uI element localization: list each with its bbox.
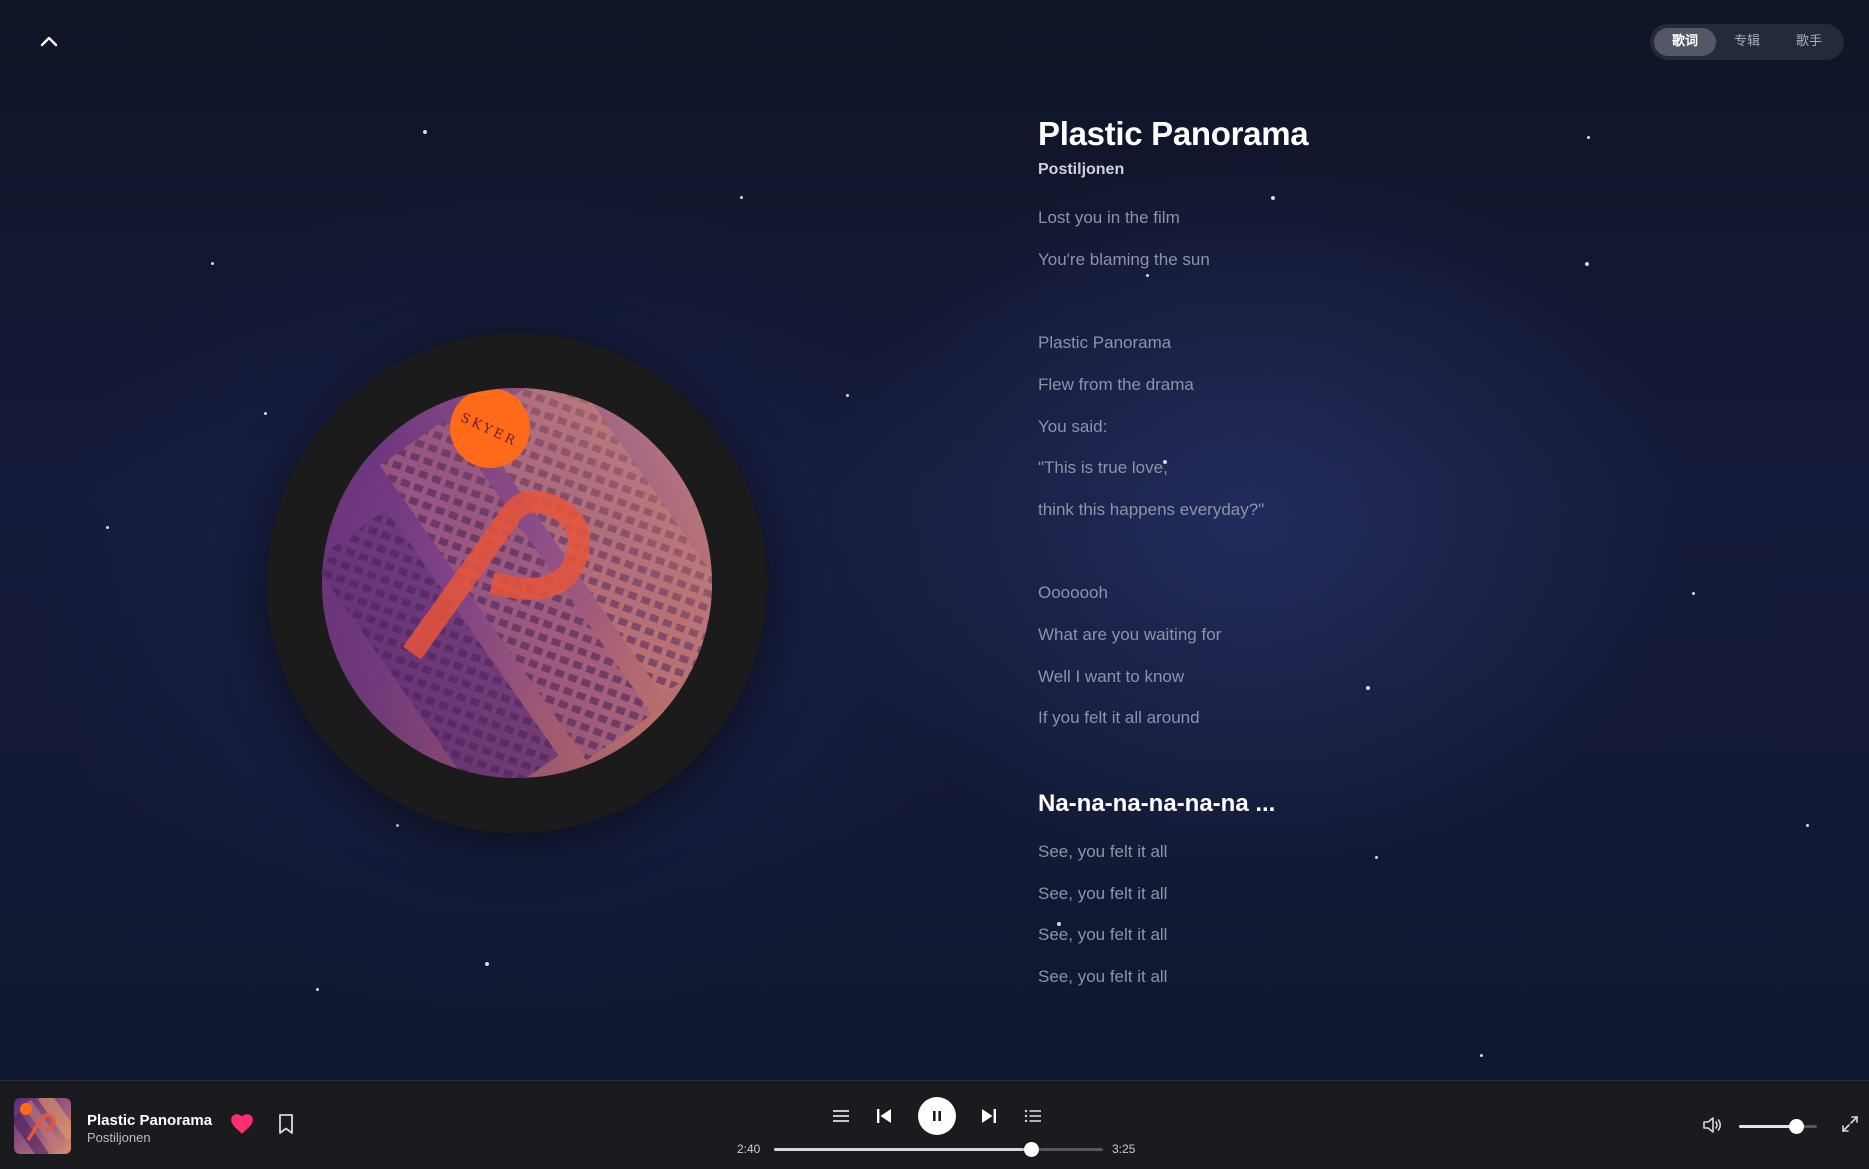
volume-icon [1703,1117,1722,1133]
skip-next-icon [982,1109,996,1123]
star [740,196,743,199]
fullscreen-button[interactable] [1840,1114,1860,1134]
lyric-line[interactable]: What are you waiting for [1038,625,1221,645]
heart-icon [231,1114,253,1134]
current-time: 2:40 [737,1142,761,1156]
queue-icon [1024,1109,1041,1123]
chevron-up-icon [40,36,58,47]
list-icon [833,1110,849,1122]
queue-button[interactable] [1020,1103,1046,1129]
star [264,412,267,415]
volume-button[interactable] [1701,1114,1723,1136]
lyric-line[interactable]: If you felt it all around [1038,708,1200,728]
lyric-line[interactable]: You're blaming the sun [1038,250,1210,270]
bookmark-button[interactable] [275,1112,297,1136]
mini-cover-image [14,1098,71,1154]
previous-track-button[interactable] [871,1103,897,1129]
lyric-line[interactable]: You said: [1038,417,1107,437]
bookmark-icon [279,1114,293,1134]
tab-artist[interactable]: 歌手 [1778,28,1840,56]
play-pause-button[interactable] [918,1097,956,1135]
now-playing-view: 歌词 专辑 歌手 SKYER Plastic Panorama Postiljo… [0,0,1869,1080]
player-song-artist[interactable]: Postiljonen [87,1130,151,1145]
lyric-line[interactable]: Lost you in the film [1038,208,1180,228]
total-time: 3:25 [1112,1142,1136,1156]
mini-album-cover[interactable] [14,1098,71,1154]
collapse-button[interactable] [30,24,68,58]
star [211,262,214,265]
star [485,962,489,966]
lyric-line[interactable]: Plastic Panorama [1038,333,1171,353]
star [106,526,109,529]
player-song-title[interactable]: Plastic Panorama [87,1112,212,1129]
volume-slider[interactable] [1739,1119,1817,1134]
star [1806,824,1809,827]
lyric-line[interactable]: think this happens everyday?" [1038,500,1264,520]
skip-previous-icon [877,1109,891,1123]
lyric-line[interactable]: Well I want to know [1038,667,1184,687]
progress-slider[interactable] [774,1142,1103,1157]
lyric-line[interactable]: See, you felt it all [1038,842,1167,862]
lyrics-panel: Lost you in the film You're blaming the … [1038,0,1738,1080]
lyric-line[interactable]: See, you felt it all [1038,884,1167,904]
lyric-line[interactable]: Ooooooh [1038,583,1108,603]
lyric-line[interactable]: "This is true love, [1038,458,1168,478]
album-disc: SKYER [267,333,767,833]
star [396,824,399,827]
volume-handle[interactable] [1788,1119,1804,1134]
next-track-button[interactable] [976,1103,1002,1129]
lyric-line-current[interactable]: Na-na-na-na-na-na ... [1038,790,1275,818]
lyric-line[interactable]: Flew from the drama [1038,375,1194,395]
playlist-mode-button[interactable] [828,1103,854,1129]
like-button[interactable] [229,1111,255,1137]
progress-fill [774,1148,1031,1151]
album-cover-art: SKYER [322,388,712,778]
star [316,988,319,991]
album-cover-image: SKYER [322,388,712,778]
lyric-line[interactable]: See, you felt it all [1038,925,1167,945]
volume-fill [1739,1125,1796,1128]
star [846,394,849,397]
lyric-line[interactable]: See, you felt it all [1038,967,1167,987]
player-bar: Plastic Panorama Postiljonen 2:40 3:25 [0,1080,1869,1169]
fullscreen-icon [1842,1116,1858,1132]
pause-icon [933,1111,941,1121]
progress-handle[interactable] [1023,1142,1039,1157]
star [423,130,427,134]
